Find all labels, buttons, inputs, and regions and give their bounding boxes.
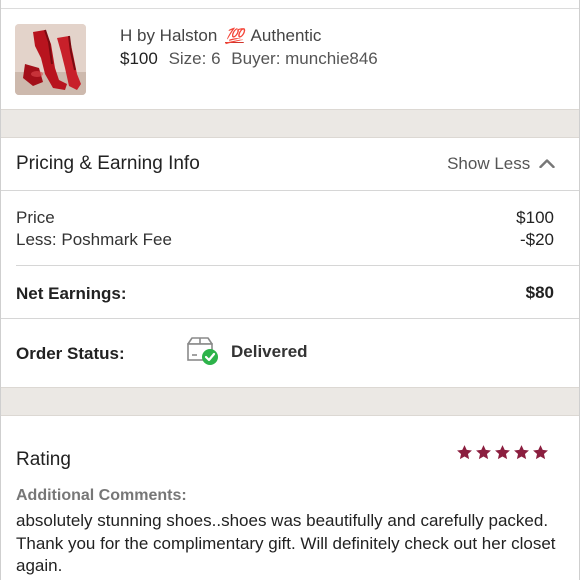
comments-label: Additional Comments:: [16, 487, 187, 504]
star-icon: [476, 445, 491, 460]
order-status-label: Order Status:: [16, 344, 125, 363]
package-delivered-icon: [186, 336, 220, 366]
listing-title[interactable]: H by Halston 💯 Authentic: [120, 26, 321, 46]
red-shoes-photo: [15, 24, 86, 95]
listing-size: Size: 6: [168, 49, 221, 68]
listing-meta: $100 Size: 6 Buyer: munchie846: [120, 49, 378, 69]
comments-text: absolutely stunning shoes..shoes was bea…: [16, 511, 556, 575]
chevron-up-icon: [539, 159, 555, 169]
star-icon: [495, 445, 510, 460]
star-icon: [457, 445, 472, 460]
listing-summary[interactable]: H by Halston 💯 Authentic $100 Size: 6 Bu…: [1, 9, 579, 109]
section-separator: [1, 109, 579, 138]
star-icon: [533, 445, 548, 460]
listing-thumbnail[interactable]: [15, 24, 86, 95]
fee-value: -$20: [519, 230, 554, 249]
listing-buyer[interactable]: Buyer: munchie846: [231, 49, 377, 68]
listing-brand: H by Halston: [120, 26, 218, 45]
order-detail-screen: H by Halston 💯 Authentic $100 Size: 6 Bu…: [0, 0, 580, 580]
divider: [1, 318, 579, 319]
divider: [1, 190, 579, 191]
order-status-value: Delivered: [231, 342, 308, 361]
rating-section-title: Rating: [16, 449, 71, 470]
divider: [16, 265, 579, 266]
net-earnings-value: $80: [525, 283, 554, 302]
price-value: $100: [516, 208, 554, 227]
show-less-toggle[interactable]: Show Less: [447, 154, 555, 174]
show-less-label: Show Less: [447, 154, 531, 173]
price-label: Price: [16, 208, 55, 227]
listing-authentic-label: Authentic: [250, 26, 322, 45]
listing-price: $100: [120, 49, 158, 68]
hundred-points-icon: 💯: [225, 28, 244, 45]
section-separator: [1, 387, 579, 416]
pricing-section-title: Pricing & Earning Info: [16, 153, 200, 174]
star-icon: [514, 445, 529, 460]
rating-stars: [454, 444, 549, 466]
net-earnings-label: Net Earnings:: [16, 284, 127, 303]
fee-label: Less: Poshmark Fee: [16, 230, 172, 249]
